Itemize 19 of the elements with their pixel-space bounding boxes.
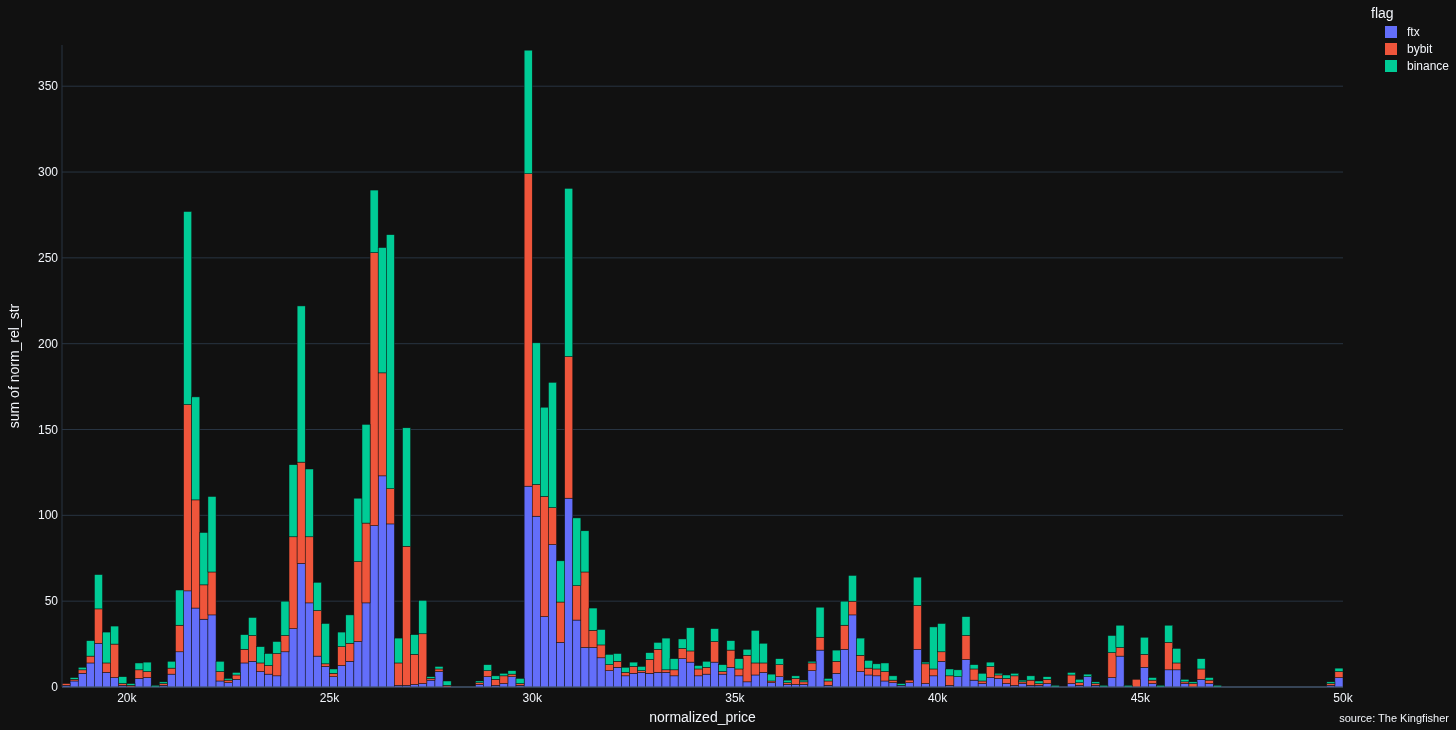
axis-tick-label: 25k: [319, 691, 340, 705]
legend-title: flag: [1371, 4, 1395, 23]
axis-tick-label: 350: [37, 79, 58, 94]
axis-tick-label: 200: [37, 336, 58, 351]
axis-tick-label: 35k: [725, 691, 745, 705]
source-note: source: The Kingfisher: [1339, 712, 1449, 724]
axis-tick-label: 50k: [1333, 691, 1353, 705]
y-axis-title: sum of norm_rel_str: [6, 303, 22, 429]
axis-tick-label: 50: [44, 594, 58, 609]
axis-tick-label: 100: [37, 508, 58, 523]
axis-tick-label: 20k: [117, 691, 137, 705]
axis-tick-label: 250: [37, 250, 58, 265]
axis-tick-label: 30k: [522, 691, 542, 705]
axis-tick-label: 300: [37, 165, 58, 180]
axis-tick-label: 40k: [927, 691, 948, 705]
axis-tick-label: 0: [51, 680, 58, 694]
axis-tick-label: 150: [37, 422, 58, 437]
x-axis-title: normalized_price: [649, 709, 756, 725]
axis-tick-label: 45k: [1130, 691, 1150, 705]
